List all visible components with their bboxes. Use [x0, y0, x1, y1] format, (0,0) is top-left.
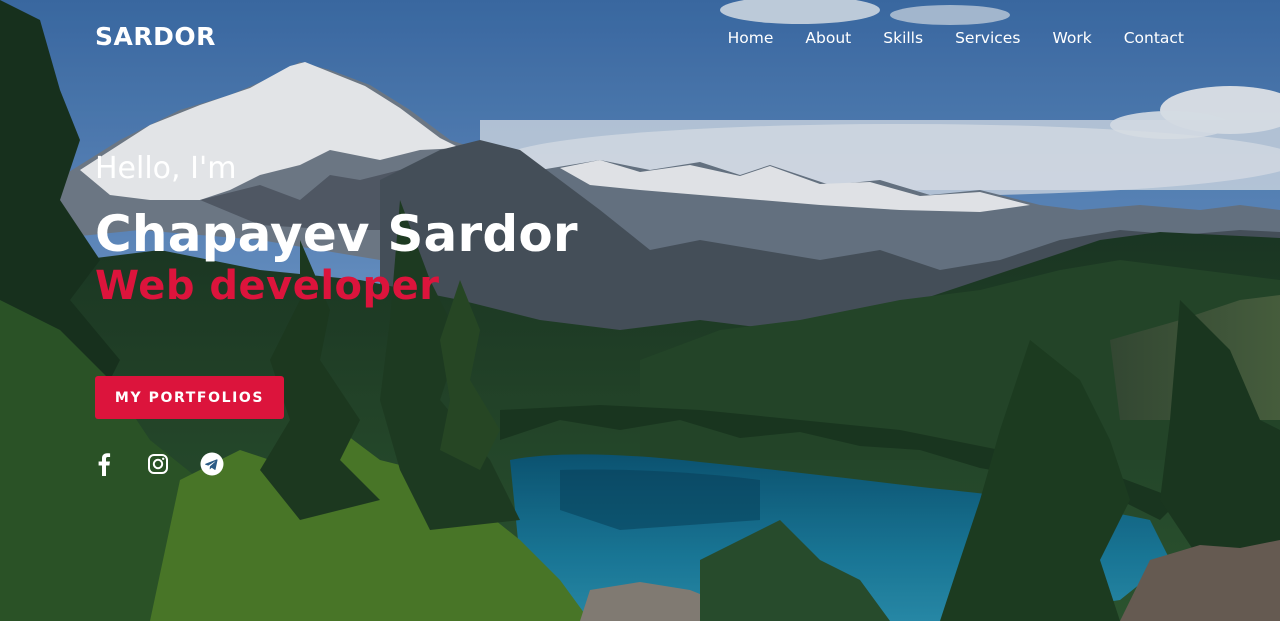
hero-section: SARDOR Home About Skills Services Work C… — [0, 0, 1280, 621]
nav-menu: Home About Skills Services Work Contact — [728, 28, 1184, 47]
nav-item-work: Work — [1052, 28, 1091, 47]
facebook-icon — [98, 453, 111, 476]
nav-item-skills: Skills — [883, 28, 923, 47]
nav-link-services[interactable]: Services — [955, 29, 1020, 47]
hero-name: Chapayev Sardor — [95, 205, 578, 263]
social-links — [92, 452, 224, 476]
telegram-icon — [200, 452, 224, 476]
nav-link-home[interactable]: Home — [728, 29, 774, 47]
nav-item-services: Services — [955, 28, 1020, 47]
hero-background-image — [0, 0, 1280, 621]
my-portfolios-button[interactable]: MY PORTFOLIOS — [95, 376, 284, 419]
logo-link[interactable]: SARDOR — [95, 22, 216, 51]
hero-intro: Hello, I'm Chapayev Sardor Web developer — [95, 150, 815, 310]
navbar: SARDOR Home About Skills Services Work C… — [0, 0, 1280, 78]
nav-link-work[interactable]: Work — [1052, 29, 1091, 47]
instagram-link[interactable] — [146, 452, 170, 476]
nav-link-about[interactable]: About — [805, 29, 851, 47]
nav-link-contact[interactable]: Contact — [1124, 29, 1184, 47]
hero-role: Web developer — [95, 263, 440, 309]
hero-greeting: Hello, I'm — [95, 151, 237, 186]
nav-item-home: Home — [728, 28, 774, 47]
nav-link-skills[interactable]: Skills — [883, 29, 923, 47]
nav-item-about: About — [805, 28, 851, 47]
telegram-link[interactable] — [200, 452, 224, 476]
nav-item-contact: Contact — [1124, 28, 1184, 47]
instagram-icon — [148, 454, 168, 474]
facebook-link[interactable] — [92, 452, 116, 476]
